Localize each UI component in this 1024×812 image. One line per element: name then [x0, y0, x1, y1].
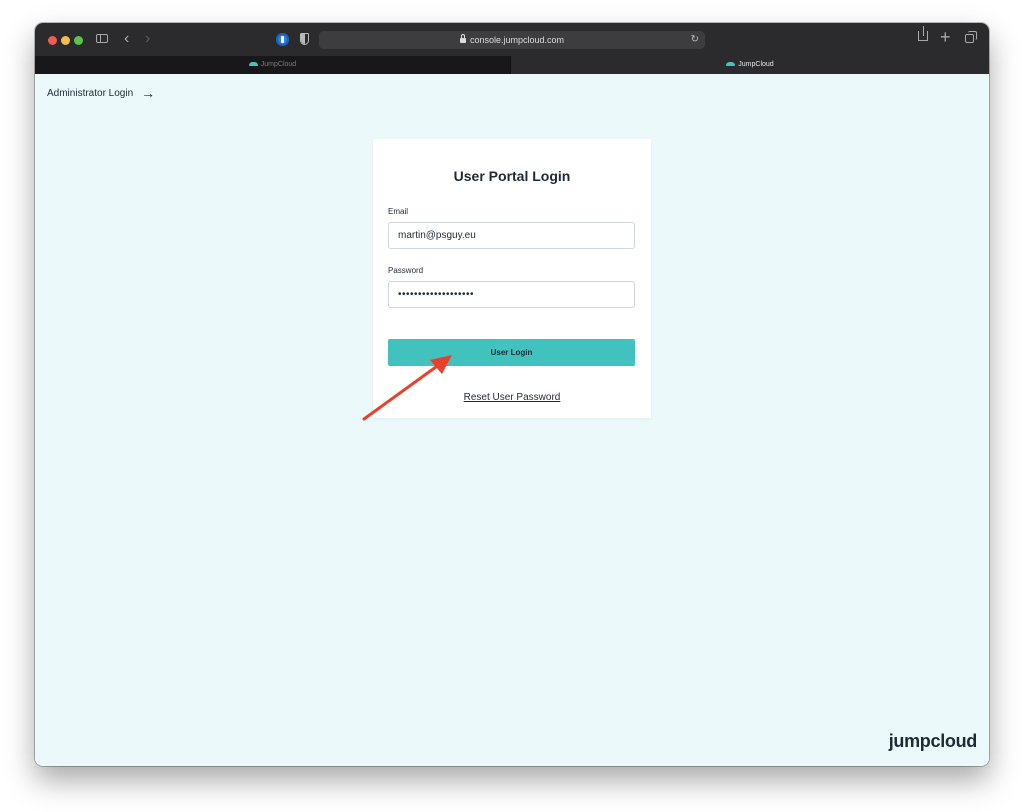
- jumpcloud-logo: jumpcloud: [888, 731, 978, 751]
- tab-jumpcloud-1[interactable]: JumpCloud: [35, 56, 511, 74]
- login-button[interactable]: User Login: [388, 339, 635, 366]
- browser-toolbar: ‹ › console.jumpcloud.com ↻ +: [35, 23, 989, 56]
- new-tab-icon[interactable]: +: [940, 27, 951, 47]
- page-content: Administrator Login → User Portal Login …: [35, 74, 989, 766]
- tab-jumpcloud-2[interactable]: JumpCloud: [511, 56, 989, 74]
- minimize-window-button[interactable]: [61, 36, 70, 45]
- arrow-right-icon: →: [141, 85, 156, 101]
- address-text: console.jumpcloud.com: [469, 35, 565, 45]
- reset-password-link[interactable]: Reset User Password: [373, 392, 651, 403]
- tab-label: JumpCloud: [738, 61, 774, 68]
- email-label: Email: [388, 207, 409, 216]
- jumpcloud-favicon-icon: [248, 62, 258, 67]
- lock-icon: [459, 34, 466, 43]
- sidebar-toggle-icon[interactable]: [96, 34, 108, 43]
- reload-icon[interactable]: ↻: [691, 31, 699, 49]
- password-manager-icon[interactable]: [276, 33, 289, 46]
- password-field[interactable]: •••••••••••••••••••: [388, 281, 635, 308]
- administrator-login-label: Administrator Login: [47, 87, 134, 99]
- zoom-window-button[interactable]: [74, 36, 83, 45]
- back-icon[interactable]: ‹: [124, 30, 129, 48]
- card-title: User Portal Login: [453, 168, 571, 184]
- privacy-shield-icon[interactable]: [300, 33, 309, 45]
- password-label: Password: [388, 266, 424, 275]
- forward-icon[interactable]: ›: [145, 30, 150, 48]
- address-bar[interactable]: console.jumpcloud.com ↻: [319, 31, 705, 49]
- tab-bar: JumpCloud JumpCloud: [35, 56, 989, 74]
- browser-window: ‹ › console.jumpcloud.com ↻ + JumpCloud …: [35, 23, 989, 766]
- share-icon[interactable]: [918, 26, 928, 41]
- administrator-login-link[interactable]: Administrator Login →: [47, 85, 155, 101]
- tab-label: JumpCloud: [260, 61, 297, 68]
- close-window-button[interactable]: [48, 36, 57, 45]
- jumpcloud-favicon-icon: [726, 62, 736, 67]
- login-card: User Portal Login Email martin@psguy.eu …: [373, 139, 651, 418]
- tab-overview-icon[interactable]: [965, 31, 977, 43]
- email-field[interactable]: martin@psguy.eu: [388, 222, 635, 249]
